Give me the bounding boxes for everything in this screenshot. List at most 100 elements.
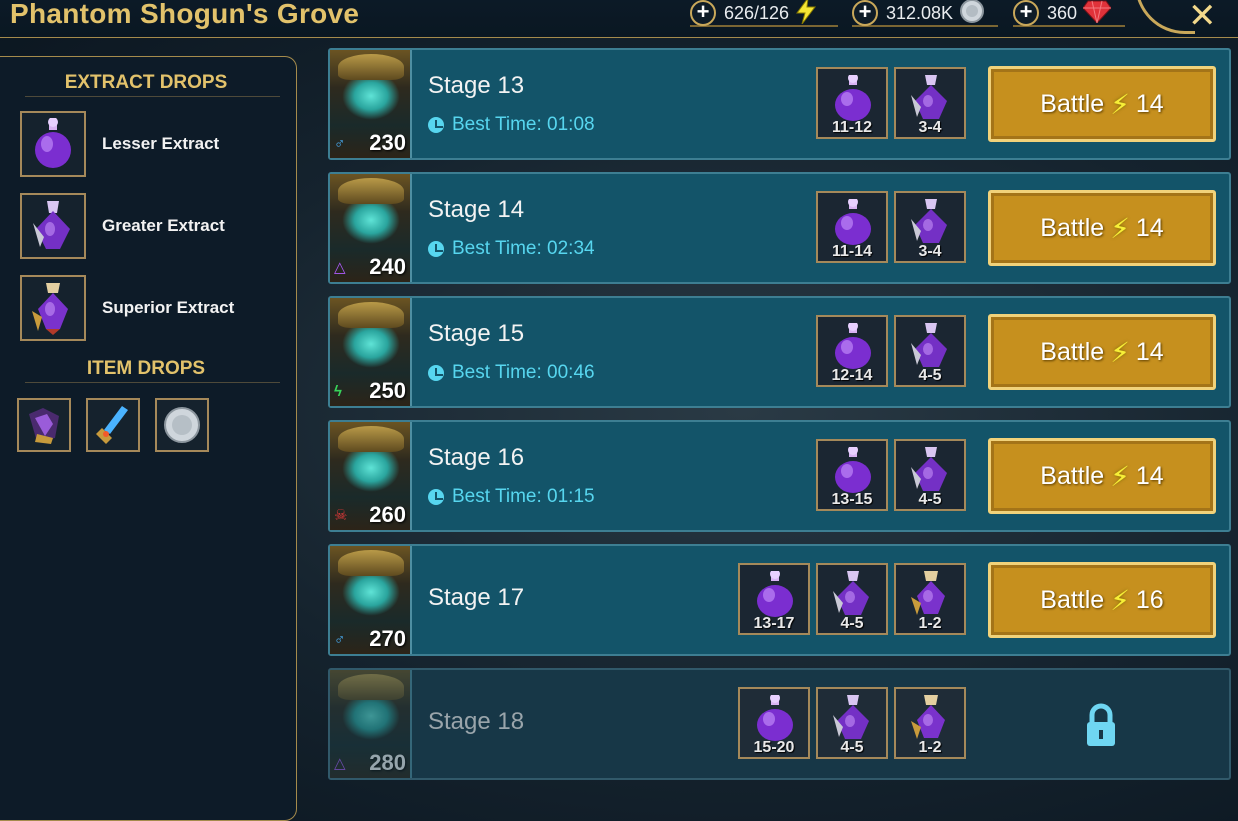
gem-value: 360 bbox=[1047, 2, 1078, 23]
energy-bolt-icon: ⚡ bbox=[1110, 584, 1130, 616]
boss-helmet bbox=[338, 550, 404, 576]
drop-slot[interactable]: 3-4 bbox=[894, 67, 966, 139]
artifact-gauntlet-icon[interactable] bbox=[17, 398, 71, 452]
clock-icon bbox=[428, 365, 444, 381]
energy-bolt-icon: ⚡ bbox=[1110, 212, 1130, 244]
best-time-text: Best Time: 02:34 bbox=[452, 238, 595, 259]
boss-helmet bbox=[338, 178, 404, 204]
battle-button[interactable]: Battle ⚡ 16 bbox=[988, 562, 1216, 638]
ruby-gem-icon bbox=[1082, 0, 1112, 28]
extract-item-greater: Greater Extract bbox=[20, 193, 225, 259]
superior-extract-label: Superior Extract bbox=[102, 298, 235, 317]
battle-button[interactable]: Battle ⚡ 14 bbox=[988, 438, 1216, 514]
energy-cost: 16 bbox=[1135, 585, 1164, 614]
energy-bolt-icon bbox=[795, 0, 817, 29]
battle-button[interactable]: Battle ⚡ 14 bbox=[988, 190, 1216, 266]
menu-arc-decoration bbox=[1135, 0, 1195, 34]
drop-quantity: 13-15 bbox=[831, 491, 873, 508]
drop-slot[interactable]: 13-15 bbox=[816, 439, 888, 511]
drop-slot[interactable]: 1-2 bbox=[894, 563, 966, 635]
divider bbox=[25, 96, 280, 97]
stage-power: 250 bbox=[369, 378, 406, 403]
item-drops-heading: ITEM DROPS bbox=[86, 358, 206, 379]
best-time: Best Time: 02:34 bbox=[428, 238, 595, 260]
add-gems-button[interactable]: + bbox=[1013, 0, 1039, 26]
drop-quantity: 3-4 bbox=[918, 119, 942, 136]
battle-label: Battle bbox=[1040, 461, 1105, 490]
drop-quantity: 11-12 bbox=[831, 119, 873, 136]
battle-label: Battle bbox=[1040, 337, 1105, 366]
stage-title: Stage 15 bbox=[428, 320, 525, 347]
drop-quantity: 4-5 bbox=[918, 491, 942, 508]
drop-slot[interactable]: 4-5 bbox=[816, 563, 888, 635]
boss-portrait: △ 280 bbox=[330, 670, 412, 778]
drop-slot[interactable]: 4-5 bbox=[894, 439, 966, 511]
stage-title: Stage 18 bbox=[428, 708, 525, 735]
greater-extract-icon bbox=[20, 193, 86, 259]
battle-label: Battle bbox=[1040, 585, 1105, 614]
boss-portrait: ☠ 260 bbox=[330, 422, 412, 530]
drop-slot[interactable]: 11-12 bbox=[816, 67, 888, 139]
close-button[interactable]: ✕ bbox=[1188, 0, 1217, 36]
lock-icon bbox=[1086, 703, 1116, 752]
drop-slot[interactable]: 3-4 bbox=[894, 191, 966, 263]
boss-helmet bbox=[338, 302, 404, 328]
stage-row[interactable]: △ 240 Stage 14 Best Time: 02:34 11-14 3-4… bbox=[328, 172, 1231, 284]
extract-item-lesser: Lesser Extract bbox=[20, 111, 219, 177]
stage-row[interactable]: ♂ 230 Stage 13 Best Time: 01:08 11-12 3-4… bbox=[328, 48, 1231, 160]
stage-power: 240 bbox=[369, 254, 406, 279]
drop-slot[interactable]: 1-2 bbox=[894, 687, 966, 759]
affinity-spirit-icon: △ bbox=[334, 259, 346, 276]
boss-mask bbox=[342, 80, 400, 120]
page-title: Phantom Shogun's Grove bbox=[10, 0, 360, 29]
lesser-extract-icon bbox=[20, 111, 86, 177]
boss-helmet bbox=[338, 54, 404, 80]
affinity-force-icon: ϟ bbox=[334, 383, 342, 400]
battle-label: Battle bbox=[1040, 89, 1105, 118]
boss-helmet bbox=[338, 674, 404, 700]
energy-resource: + 626/126 bbox=[690, 0, 838, 29]
stage-title: Stage 16 bbox=[428, 444, 525, 471]
greater-extract-label: Greater Extract bbox=[102, 216, 225, 235]
silver-resource: + 312.08K bbox=[852, 0, 998, 27]
battle-button[interactable]: Battle ⚡ 14 bbox=[988, 314, 1216, 390]
energy-cost: 14 bbox=[1135, 461, 1164, 490]
divider bbox=[25, 382, 280, 383]
energy-bolt-icon: ⚡ bbox=[1110, 88, 1130, 120]
silver-value: 312.08K bbox=[886, 2, 954, 23]
clock-icon bbox=[428, 241, 444, 257]
drop-slot[interactable]: 11-14 bbox=[816, 191, 888, 263]
stage-row[interactable]: ☠ 260 Stage 16 Best Time: 01:15 13-15 4-5… bbox=[328, 420, 1231, 532]
stage-power: 230 bbox=[369, 130, 406, 155]
energy-cost: 14 bbox=[1135, 337, 1164, 366]
clock-icon bbox=[428, 489, 444, 505]
drop-quantity: 3-4 bbox=[918, 243, 942, 260]
drop-slot[interactable]: 4-5 bbox=[894, 315, 966, 387]
stage-power: 270 bbox=[369, 626, 406, 651]
stage-row[interactable]: ♂ 270 Stage 17 13-17 4-5 1-2 Battle ⚡ 16 bbox=[328, 544, 1231, 656]
stage-row[interactable]: △ 280 Stage 18 15-20 4-5 1-2 bbox=[328, 668, 1231, 780]
best-time-text: Best Time: 01:15 bbox=[452, 486, 595, 507]
artifact-weapon-icon[interactable] bbox=[86, 398, 140, 452]
stage-power: 260 bbox=[369, 502, 406, 527]
add-silver-button[interactable]: + bbox=[852, 0, 878, 26]
stage-power: 280 bbox=[369, 750, 406, 775]
battle-label: Battle bbox=[1040, 213, 1105, 242]
drop-quantity: 1-2 bbox=[918, 615, 942, 632]
energy-bolt-icon: ⚡ bbox=[1110, 460, 1130, 492]
add-energy-button[interactable]: + bbox=[690, 0, 716, 26]
drop-slot[interactable]: 12-14 bbox=[816, 315, 888, 387]
battle-button[interactable]: Battle ⚡ 14 bbox=[988, 66, 1216, 142]
boss-mask bbox=[342, 328, 400, 368]
drop-quantity: 4-5 bbox=[840, 739, 864, 756]
drop-slot[interactable]: 4-5 bbox=[816, 687, 888, 759]
best-time: Best Time: 01:15 bbox=[428, 486, 595, 508]
stage-title: Stage 14 bbox=[428, 196, 525, 223]
stage-row[interactable]: ϟ 250 Stage 15 Best Time: 00:46 12-14 4-5… bbox=[328, 296, 1231, 408]
silver-coin-icon[interactable] bbox=[155, 398, 209, 452]
top-bar: Phantom Shogun's Grove + 626/126 + 312.0… bbox=[0, 0, 1238, 38]
drop-slot[interactable]: 13-17 bbox=[738, 563, 810, 635]
drop-slot[interactable]: 15-20 bbox=[738, 687, 810, 759]
extract-item-superior: Superior Extract bbox=[20, 275, 234, 341]
drop-quantity: 12-14 bbox=[831, 367, 873, 384]
